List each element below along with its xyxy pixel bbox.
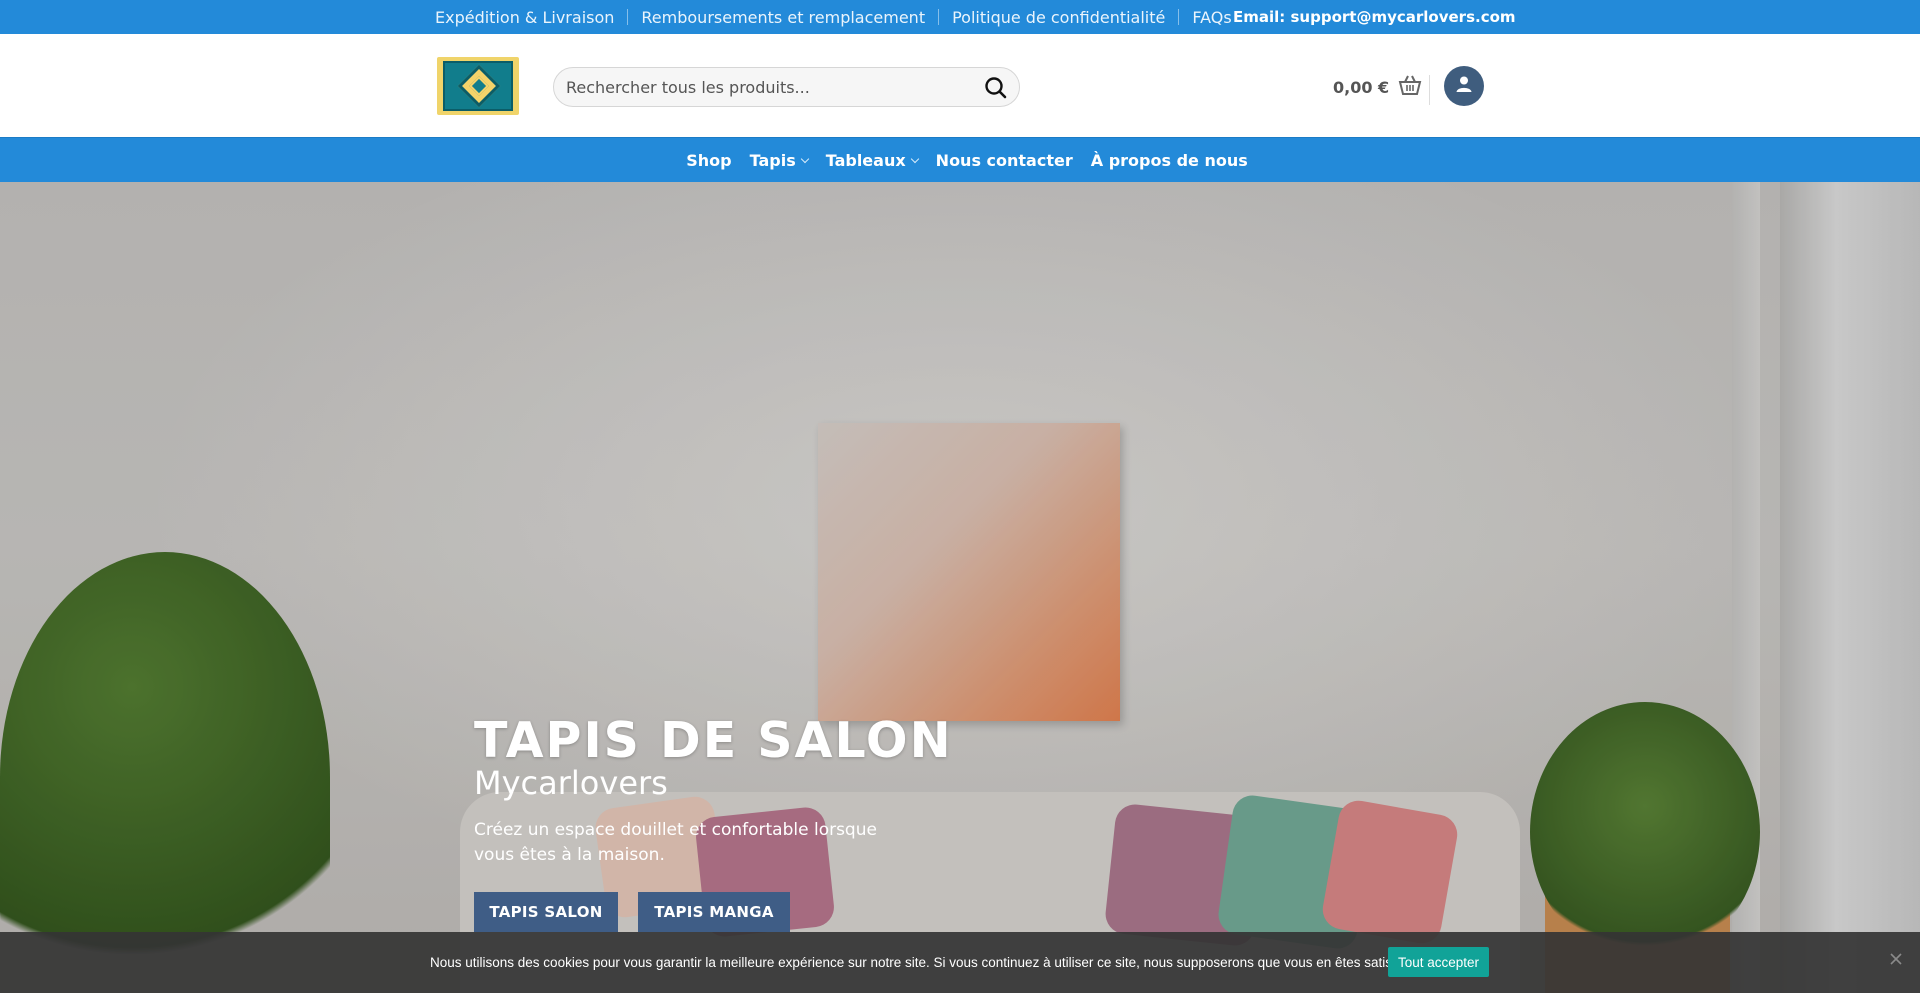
- search-icon[interactable]: [983, 75, 1009, 101]
- cookie-banner: Nous utilisons des cookies pour vous gar…: [0, 932, 1920, 993]
- main-nav: Shop Tapis Tableaux Nous contacter À pro…: [0, 137, 1920, 182]
- chevron-down-icon: [910, 154, 919, 164]
- user-icon: [1455, 75, 1473, 97]
- nav-item-shop[interactable]: Shop: [686, 151, 731, 170]
- divider: [938, 9, 940, 25]
- cart-button[interactable]: 0,00 €: [1333, 72, 1423, 102]
- nav-item-label: Nous contacter: [935, 151, 1073, 170]
- tapis-manga-button[interactable]: TAPIS MANGA: [638, 892, 790, 932]
- divider: [1429, 75, 1430, 105]
- hero-description: Créez un espace douillet et confortable …: [474, 820, 877, 865]
- hero-overlay: [0, 182, 1920, 993]
- hero-banner: TAPIS DE SALON Mycarlovers Créez un espa…: [0, 182, 1920, 993]
- top-bar: Expédition & Livraison Remboursements et…: [0, 0, 1920, 34]
- nav-item-tapis[interactable]: Tapis: [749, 151, 809, 170]
- close-icon[interactable]: [1888, 951, 1904, 967]
- hero-title: TAPIS DE SALON: [474, 712, 953, 769]
- nav-item-tableaux[interactable]: Tableaux: [825, 151, 919, 170]
- link-refunds[interactable]: Remboursements et remplacement: [641, 8, 925, 27]
- nav-item-label: Tableaux: [825, 151, 906, 170]
- account-button[interactable]: [1444, 66, 1484, 106]
- search-input[interactable]: [554, 68, 974, 106]
- nav-item-about[interactable]: À propos de nous: [1091, 151, 1248, 170]
- support-email[interactable]: Email: support@mycarlovers.com: [1233, 0, 1516, 34]
- divider: [627, 9, 629, 25]
- nav-item-label: Tapis: [749, 151, 796, 170]
- link-faqs[interactable]: FAQs: [1192, 8, 1231, 27]
- chevron-down-icon: [800, 154, 809, 164]
- basket-icon: [1397, 73, 1423, 101]
- rug-logo[interactable]: [437, 57, 519, 115]
- tapis-salon-button[interactable]: TAPIS SALON: [474, 892, 618, 932]
- divider: [1178, 9, 1180, 25]
- top-bar-links: Expédition & Livraison Remboursements et…: [435, 0, 1232, 34]
- nav-item-contact[interactable]: Nous contacter: [936, 151, 1073, 170]
- link-shipping[interactable]: Expédition & Livraison: [435, 8, 614, 27]
- cookie-message: Nous utilisons des cookies pour vous gar…: [430, 955, 1414, 970]
- accept-cookies-button[interactable]: Tout accepter: [1388, 947, 1489, 977]
- hero-subtitle: Mycarlovers: [474, 764, 668, 802]
- search-bar: [553, 67, 1020, 107]
- link-privacy[interactable]: Politique de confidentialité: [952, 8, 1165, 27]
- logo-rug: [443, 61, 513, 111]
- cart-total: 0,00 €: [1333, 77, 1390, 97]
- nav-item-label: Shop: [686, 151, 732, 170]
- site-header: 0,00 €: [0, 34, 1920, 137]
- nav-item-label: À propos de nous: [1090, 151, 1248, 170]
